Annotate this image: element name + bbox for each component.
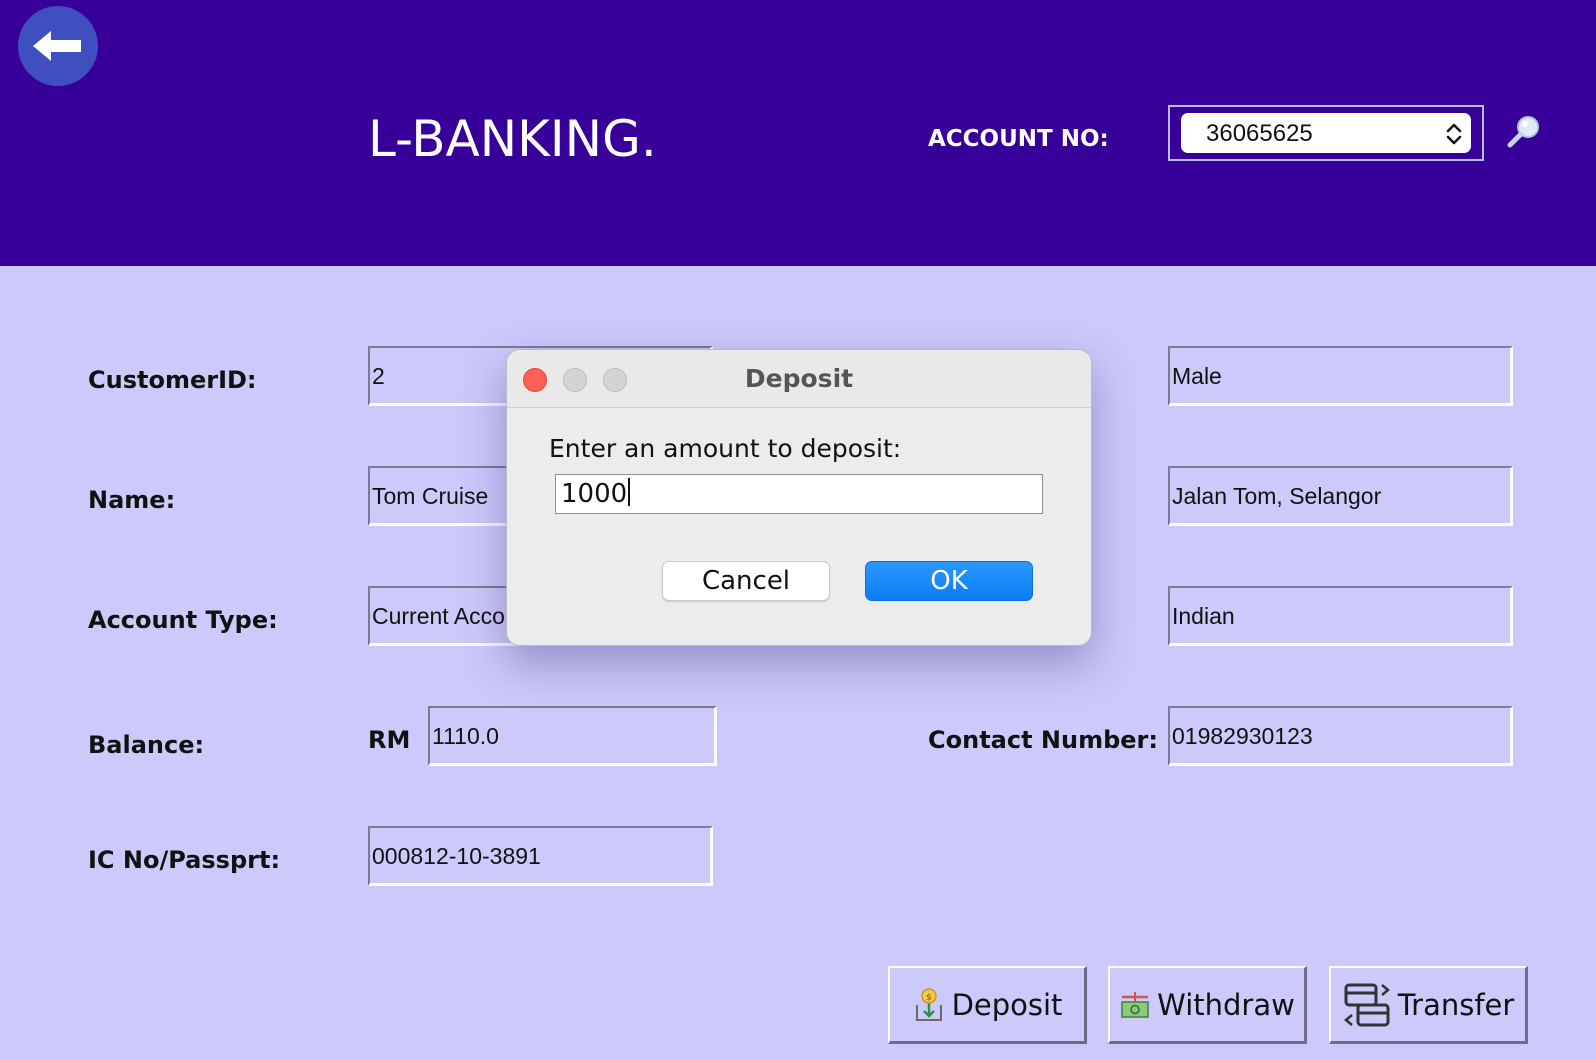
- deposit-amount-input[interactable]: 1000: [555, 474, 1043, 514]
- account-no-label: ACCOUNT NO:: [928, 126, 1109, 152]
- address-field[interactable]: Jalan Tom, Selangor: [1168, 466, 1513, 526]
- transfer-icon: [1343, 983, 1390, 1026]
- account-select-value: 36065625: [1206, 120, 1313, 147]
- text-caret: [628, 478, 631, 506]
- ok-button[interactable]: OK: [865, 561, 1033, 601]
- dialog-prompt: Enter an amount to deposit:: [549, 434, 902, 463]
- deposit-coin-icon: $: [915, 987, 942, 1021]
- withdraw-button[interactable]: Withdraw: [1108, 966, 1307, 1044]
- contact-number-field[interactable]: 01982930123: [1168, 706, 1513, 766]
- back-button[interactable]: [18, 6, 98, 86]
- account-type-label: Account Type:: [88, 606, 278, 634]
- withdraw-cash-icon: [1121, 991, 1149, 1018]
- dialog-title: Deposit: [744, 364, 854, 393]
- deposit-button-label: Deposit: [951, 987, 1063, 1022]
- contact-number-label: Contact Number:: [928, 726, 1158, 754]
- customer-id-label: CustomerID:: [88, 366, 257, 394]
- arrow-left-icon: [33, 31, 81, 61]
- transfer-button-label: Transfer: [1397, 987, 1515, 1022]
- deposit-dialog: Deposit Enter an amount to deposit: 1000…: [506, 349, 1092, 646]
- currency-label: RM: [368, 726, 411, 754]
- dialog-titlebar: Deposit: [507, 350, 1091, 408]
- balance-field[interactable]: 1110.0: [428, 706, 717, 766]
- deposit-button[interactable]: $ Deposit: [888, 966, 1087, 1044]
- svg-text:$: $: [926, 993, 932, 1003]
- transfer-button[interactable]: Transfer: [1329, 966, 1528, 1044]
- gender-field[interactable]: Male: [1168, 346, 1513, 406]
- search-icon[interactable]: [1506, 114, 1542, 150]
- ic-no-label: IC No/Passprt:: [88, 846, 281, 874]
- header-bar: L-BANKING. ACCOUNT NO: 36065625: [0, 0, 1596, 266]
- balance-label: Balance:: [88, 731, 205, 759]
- app-title: L-BANKING.: [368, 110, 657, 168]
- withdraw-button-label: Withdraw: [1157, 987, 1295, 1022]
- ic-no-field[interactable]: 000812-10-3891: [368, 826, 713, 886]
- account-select-frame: 36065625: [1168, 105, 1484, 161]
- name-label: Name:: [88, 486, 176, 514]
- nationality-field[interactable]: Indian: [1168, 586, 1513, 646]
- deposit-amount-value: 1000: [561, 479, 628, 509]
- account-select[interactable]: 36065625: [1181, 113, 1471, 153]
- cancel-button[interactable]: Cancel: [662, 561, 830, 601]
- updown-chevron-icon: [1446, 123, 1462, 145]
